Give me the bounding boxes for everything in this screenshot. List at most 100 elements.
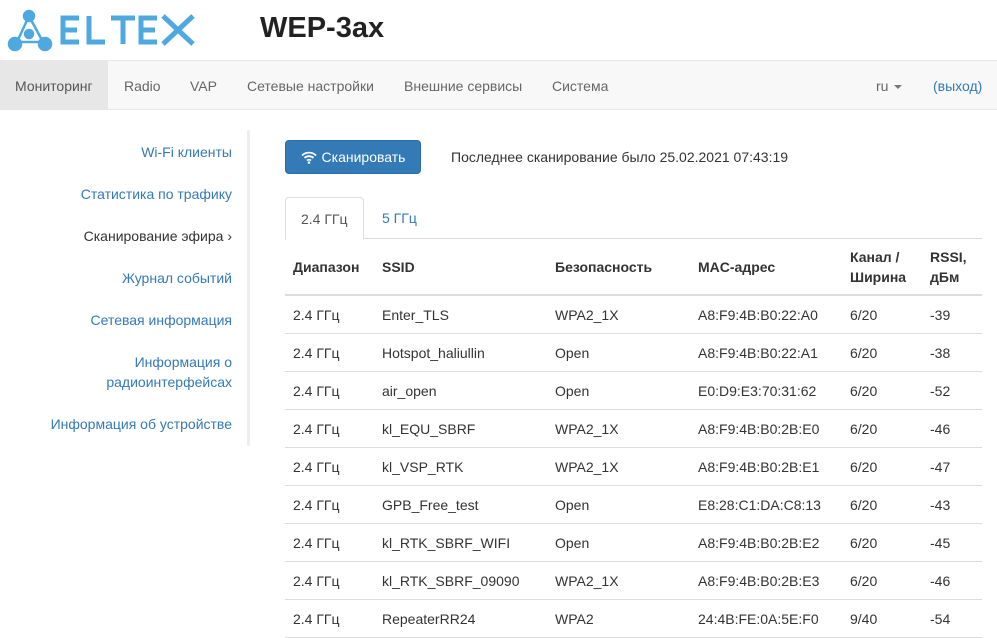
cell-ssid: kl_EQU_SBRF: [374, 409, 547, 448]
top-navbar: Мониторинг Radio VAP Сетевые настройки В…: [0, 60, 997, 110]
nav-network-settings[interactable]: Сетевые настройки: [232, 61, 389, 109]
tab-5ghz[interactable]: 5 ГГц: [367, 197, 432, 239]
cell-ssid: Hotspot_haliullin: [374, 333, 547, 372]
cell-ssid: air_open: [374, 371, 547, 410]
sidebar: Wi-Fi клиенты Статистика по трафику Скан…: [0, 130, 250, 446]
cell-rssi: -52: [922, 371, 982, 410]
cell-channel: 6/20: [842, 409, 922, 448]
sidebar-item-device-info[interactable]: Информация об устройстве: [51, 414, 232, 434]
cell-security: Open: [547, 523, 690, 562]
cell-security: Open: [547, 371, 690, 410]
cell-security: WPA2_1X: [547, 409, 690, 448]
cell-security: WPA2: [547, 599, 690, 638]
header: WEP-3ax: [0, 0, 997, 60]
last-scan-text: Последнее сканирование было 25.02.2021 0…: [451, 149, 789, 165]
sidebar-item-air-scan[interactable]: Сканирование эфира ›: [84, 226, 232, 246]
table-row: 2.4 ГГц kl_RTK_SBRF_WIFI Open A8:F9:4B:B0:2…: [285, 523, 982, 562]
cell-band: 2.4 ГГц: [285, 409, 374, 448]
cell-security: WPA2_1X: [547, 295, 690, 334]
col-header-channel[interactable]: Канал / Ширина: [842, 239, 922, 296]
cell-rssi: -45: [922, 523, 982, 562]
table-row: 2.4 ГГц GPB_Free_test Open E8:28:C1:DA:C8:1…: [285, 485, 982, 524]
device-title: WEP-3ax: [260, 12, 385, 44]
cell-security: WPA2_1X: [547, 447, 690, 486]
cell-security: WPA2_1X: [547, 561, 690, 600]
cell-band: 2.4 ГГц: [285, 371, 374, 410]
table-row: 2.4 ГГц kl_VSP_RTK WPA2_1X A8:F9:4B:B0:2B:E…: [285, 447, 982, 486]
logout-link[interactable]: (выход): [933, 61, 982, 111]
cell-channel: 6/20: [842, 333, 922, 372]
table-row: 2.4 ГГц RepeaterRR24 WPA2 24:4B:FE:0A:5E:F0…: [285, 599, 982, 638]
cell-mac: A8:F9:4B:B0:2B:E1: [690, 447, 842, 486]
cell-rssi: -46: [922, 409, 982, 448]
cell-rssi: -39: [922, 295, 982, 334]
cell-channel: 6/20: [842, 485, 922, 524]
cell-channel: 6/20: [842, 561, 922, 600]
nav-vap[interactable]: VAP: [175, 61, 232, 109]
nav-monitoring[interactable]: Мониторинг: [0, 61, 108, 109]
cell-security: Open: [547, 333, 690, 372]
cell-band: 2.4 ГГц: [285, 333, 374, 372]
cell-ssid: RepeaterRR24: [374, 599, 547, 638]
caret-down-icon: [894, 85, 903, 90]
tab-2-4ghz[interactable]: 2.4 ГГц: [285, 197, 364, 240]
cell-mac: 24:4B:FE:0A:5E:F0: [690, 599, 842, 638]
cell-channel: 6/20: [842, 523, 922, 562]
table-row: 2.4 ГГц air_open Open E0:D9:E3:70:31:62 6/20…: [285, 371, 982, 410]
nav-system[interactable]: Система: [537, 61, 623, 109]
cell-ssid: kl_RTK_SBRF_WIFI: [374, 523, 547, 562]
cell-band: 2.4 ГГц: [285, 485, 374, 524]
cell-rssi: -54: [922, 599, 982, 638]
col-header-ssid[interactable]: SSID: [374, 239, 547, 296]
cell-rssi: -38: [922, 333, 982, 372]
cell-band: 2.4 ГГц: [285, 523, 374, 562]
cell-mac: E0:D9:E3:70:31:62: [690, 371, 842, 410]
cell-band: 2.4 ГГц: [285, 599, 374, 638]
table-row: 2.4 ГГц kl_EQU_SBRF WPA2_1X A8:F9:4B:B0:2B:…: [285, 409, 982, 448]
language-dropdown[interactable]: ru: [876, 61, 903, 111]
table-row: 2.4 ГГц Hotspot_haliullin Open A8:F9:4B:B0:…: [285, 333, 982, 372]
nav-radio[interactable]: Radio: [109, 61, 176, 109]
cell-channel: 6/20: [842, 447, 922, 486]
sidebar-item-traffic-stats[interactable]: Статистика по трафику: [81, 184, 232, 204]
scan-button[interactable]: Сканировать: [285, 140, 421, 174]
cell-mac: A8:F9:4B:B0:2B:E3: [690, 561, 842, 600]
col-header-rssi[interactable]: RSSI, дБм: [922, 239, 982, 296]
wifi-icon: [300, 151, 317, 164]
cell-channel: 9/40: [842, 599, 922, 638]
cell-rssi: -47: [922, 447, 982, 486]
col-header-security[interactable]: Безопасность: [547, 239, 690, 296]
col-header-mac[interactable]: MAC-адрес: [690, 239, 842, 296]
cell-ssid: Enter_TLS: [374, 295, 547, 334]
cell-mac: A8:F9:4B:B0:22:A1: [690, 333, 842, 372]
cell-mac: A8:F9:4B:B0:22:A0: [690, 295, 842, 334]
cell-ssid: kl_VSP_RTK: [374, 447, 547, 486]
col-header-band[interactable]: Диапазон: [285, 239, 374, 296]
cell-channel: 6/20: [842, 295, 922, 334]
band-tabs: 2.4 ГГц 5 ГГц: [285, 197, 982, 240]
sidebar-item-event-log[interactable]: Журнал событий: [122, 268, 232, 288]
cell-mac: E8:28:C1:DA:C8:13: [690, 485, 842, 524]
cell-ssid: GPB_Free_test: [374, 485, 547, 524]
cell-channel: 6/20: [842, 371, 922, 410]
cell-band: 2.4 ГГц: [285, 295, 374, 334]
table-row: 2.4 ГГц Enter_TLS WPA2_1X A8:F9:4B:B0:22:A0…: [285, 295, 982, 334]
eltex-logo-icon: [7, 9, 195, 52]
eltex-logo[interactable]: [7, 8, 199, 57]
nav-external-services[interactable]: Внешние сервисы: [389, 61, 537, 109]
cell-band: 2.4 ГГц: [285, 561, 374, 600]
language-label: ru: [876, 78, 889, 94]
scan-button-label: Сканировать: [321, 149, 406, 165]
cell-mac: A8:F9:4B:B0:2B:E2: [690, 523, 842, 562]
cell-ssid: kl_RTK_SBRF_09090: [374, 561, 547, 600]
cell-rssi: -46: [922, 561, 982, 600]
scan-results-table: Диапазон SSID Безопасность MAC-адрес Кан…: [285, 239, 982, 638]
sidebar-item-radio-info-line2: радиоинтерфейсах: [106, 374, 232, 390]
cell-band: 2.4 ГГц: [285, 447, 374, 486]
cell-mac: A8:F9:4B:B0:2B:E0: [690, 409, 842, 448]
sidebar-item-wifi-clients[interactable]: Wi-Fi клиенты: [141, 142, 232, 162]
sidebar-item-radio-info[interactable]: Информация о радиоинтерфейсах: [106, 352, 232, 392]
sidebar-item-network-info[interactable]: Сетевая информация: [91, 310, 232, 330]
sidebar-item-radio-info-line1: Информация о: [134, 354, 232, 370]
cell-security: Open: [547, 485, 690, 524]
